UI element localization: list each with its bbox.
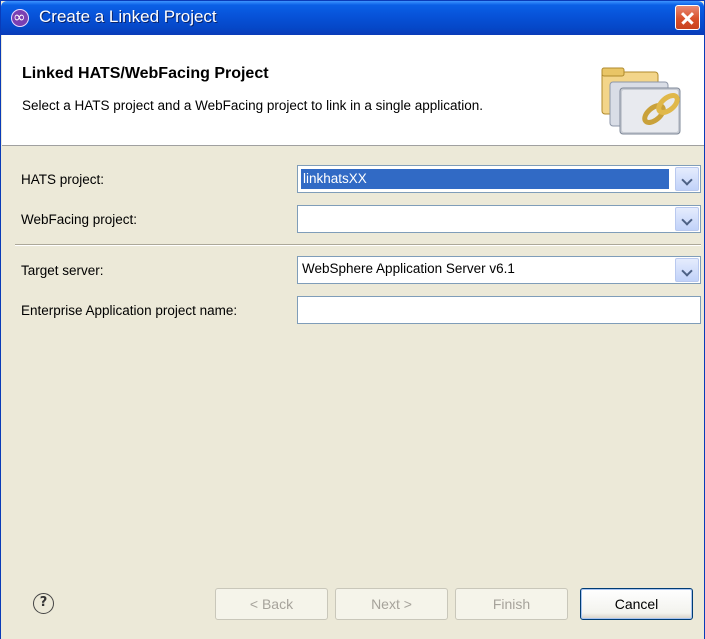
linked-folders-icon	[601, 67, 681, 135]
next-button[interactable]: Next >	[335, 588, 448, 620]
page-description: Select a HATS project and a WebFacing pr…	[22, 98, 483, 113]
wizard-banner: Linked HATS/WebFacing Project Select a H…	[2, 35, 704, 146]
title-bar[interactable]: Create a Linked Project	[1, 1, 704, 35]
chevron-down-icon[interactable]	[675, 167, 699, 191]
hats-project-value: linkhatsXX	[300, 168, 670, 190]
ear-project-input[interactable]	[297, 296, 701, 324]
hats-project-label: HATS project:	[21, 172, 105, 187]
back-button[interactable]: < Back	[215, 588, 328, 620]
help-icon[interactable]: ?	[33, 593, 54, 614]
target-server-combo[interactable]: WebSphere Application Server v6.1	[297, 256, 701, 284]
target-server-value: WebSphere Application Server v6.1	[302, 261, 515, 276]
chevron-down-icon[interactable]	[675, 258, 699, 282]
page-title: Linked HATS/WebFacing Project	[22, 65, 269, 82]
ear-project-label: Enterprise Application project name:	[21, 303, 238, 318]
target-server-label: Target server:	[21, 263, 104, 278]
wizard-footer: ? < Back Next > Finish Cancel	[1, 566, 704, 639]
linked-project-icon	[11, 8, 29, 27]
hats-project-combo[interactable]: linkhatsXX	[297, 165, 701, 193]
chevron-down-icon[interactable]	[675, 207, 699, 231]
close-button[interactable]	[675, 5, 700, 30]
webfacing-project-combo[interactable]	[297, 205, 701, 233]
window-title: Create a Linked Project	[39, 7, 217, 26]
wizard-form: HATS project: linkhatsXX WebFacing proje…	[1, 146, 704, 566]
cancel-button[interactable]: Cancel	[580, 588, 693, 620]
dialog-window: Create a Linked Project Linked HATS/WebF…	[0, 0, 705, 639]
section-separator	[15, 244, 701, 246]
finish-button[interactable]: Finish	[455, 588, 568, 620]
webfacing-project-label: WebFacing project:	[21, 212, 138, 227]
